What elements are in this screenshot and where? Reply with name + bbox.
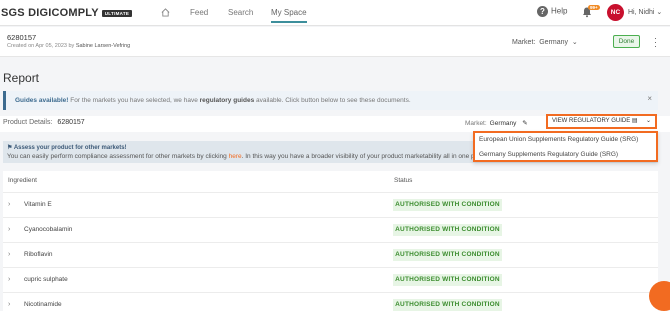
table-row[interactable]: › Vitamin E AUTHORISED WITH CONDITION bbox=[3, 192, 658, 217]
guides-badge: Guides available! bbox=[15, 97, 69, 104]
tier-badge: ULTIMATE bbox=[101, 9, 133, 17]
notification-count-badge: 99+ bbox=[588, 5, 600, 10]
user-menu[interactable]: Hi, Nidhi ⌄ bbox=[628, 8, 662, 16]
guides-message: Guides available! For the markets you ha… bbox=[15, 97, 411, 104]
nav-feed[interactable]: Feed bbox=[190, 8, 208, 17]
guides-text-1: For the markets you have selected, we ha… bbox=[70, 97, 198, 104]
table-row[interactable]: › Cyanocobalamin AUTHORISED WITH CONDITI… bbox=[3, 217, 658, 242]
nav-my-space[interactable]: My Space bbox=[271, 8, 307, 23]
chevron-down-icon: ⌄ bbox=[571, 39, 578, 46]
market-selector[interactable]: Market: Germany ⌄ bbox=[512, 38, 578, 46]
status-badge: AUTHORISED WITH CONDITION bbox=[393, 249, 502, 261]
assess-here-link[interactable]: here bbox=[229, 153, 242, 160]
guides-text-2: available. Click button below to see the… bbox=[256, 97, 411, 104]
nav-search[interactable]: Search bbox=[228, 8, 253, 17]
done-button[interactable]: Done bbox=[613, 35, 640, 48]
more-options-icon[interactable]: · · · bbox=[654, 34, 657, 51]
report-title: Report bbox=[3, 71, 40, 85]
flag-icon: ⚑ bbox=[7, 145, 13, 151]
chevron-right-icon[interactable]: › bbox=[8, 301, 10, 308]
details-market: Market: Germany ✎ bbox=[465, 119, 528, 127]
ingredients-table: Ingredient Status › Vitamin E AUTHORISED… bbox=[3, 171, 658, 311]
status-badge: AUTHORISED WITH CONDITION bbox=[393, 274, 502, 286]
document-icon: ▤ bbox=[631, 118, 638, 124]
chevron-down-icon: ⌄ bbox=[645, 118, 651, 124]
close-icon[interactable]: × bbox=[647, 94, 652, 103]
edit-icon[interactable]: ✎ bbox=[522, 120, 527, 127]
assess-title-text: Assess your product for other markets! bbox=[13, 145, 127, 151]
view-guide-label: VIEW REGULATORY GUIDE bbox=[552, 118, 631, 124]
guide-option-eu[interactable]: European Union Supplements Regulatory Gu… bbox=[479, 136, 638, 143]
guides-text-strong: regulatory guides bbox=[199, 97, 255, 104]
brand-name: SGS DIGICOMPLY bbox=[1, 7, 99, 19]
status-badge: AUTHORISED WITH CONDITION bbox=[393, 224, 502, 236]
guides-banner: Guides available! For the markets you ha… bbox=[3, 91, 658, 110]
market-label: Market: bbox=[512, 39, 536, 46]
details-market-label: Market: bbox=[465, 120, 487, 127]
chevron-right-icon[interactable]: › bbox=[8, 201, 10, 208]
product-details-id: 6280157 bbox=[57, 119, 85, 126]
ingredient-name: Vitamin E bbox=[24, 201, 52, 208]
market-value: Germany bbox=[539, 39, 569, 46]
product-id: 6280157 bbox=[7, 33, 37, 42]
ingredient-name: Nicotinamide bbox=[24, 301, 62, 308]
avatar[interactable]: NC bbox=[607, 4, 624, 21]
table-row[interactable]: › Riboflavin AUTHORISED WITH CONDITION bbox=[3, 242, 658, 267]
top-navigation: SGS DIGICOMPLY ULTIMATE Feed Search My Sp… bbox=[0, 0, 670, 26]
created-prefix: Created on Apr 05, 2023 by bbox=[7, 43, 75, 49]
help-label: Help bbox=[551, 6, 568, 16]
chevron-right-icon[interactable]: › bbox=[8, 226, 10, 233]
ingredient-name: cupric sulphate bbox=[24, 276, 68, 283]
column-header-ingredient: Ingredient bbox=[8, 177, 37, 184]
chevron-right-icon[interactable]: › bbox=[8, 276, 10, 283]
help-icon: ? bbox=[537, 6, 548, 17]
details-market-value: Germany bbox=[489, 120, 517, 127]
guide-option-germany[interactable]: Germany Supplements Regulatory Guide (SR… bbox=[479, 151, 618, 158]
greeting-label: Hi, Nidhi bbox=[628, 9, 655, 16]
chevron-right-icon[interactable]: › bbox=[8, 251, 10, 258]
product-details: Product Details: 6280157 bbox=[3, 119, 85, 126]
assess-text: You can easily perform compliance assess… bbox=[7, 153, 476, 160]
brand-logo[interactable]: SGS DIGICOMPLY ULTIMATE bbox=[1, 7, 133, 19]
assess-title: ⚑ Assess your product for other markets! bbox=[7, 144, 127, 151]
product-details-label: Product Details: bbox=[3, 119, 53, 126]
table-row[interactable]: › cupric sulphate AUTHORISED WITH CONDIT… bbox=[3, 267, 658, 292]
created-info: Created on Apr 05, 2023 by Sabine Larsen… bbox=[7, 43, 130, 49]
status-badge: AUTHORISED WITH CONDITION bbox=[393, 199, 502, 211]
help-link[interactable]: ? Help bbox=[537, 6, 567, 17]
guide-dropdown-menu: European Union Supplements Regulatory Gu… bbox=[473, 131, 658, 162]
table-row[interactable]: › Nicotinamide AUTHORISED WITH CONDITION bbox=[3, 292, 658, 311]
product-header: 6280157 Created on Apr 05, 2023 by Sabin… bbox=[0, 27, 670, 57]
column-header-status: Status bbox=[394, 177, 413, 184]
view-regulatory-guide-button[interactable]: VIEW REGULATORY GUIDE ▤ ⌄ bbox=[546, 114, 657, 129]
created-by: Sabine Larsen-Vefring bbox=[75, 43, 131, 49]
ingredient-name: Cyanocobalamin bbox=[24, 226, 73, 233]
chevron-down-icon: ⌄ bbox=[656, 9, 663, 16]
home-icon[interactable] bbox=[161, 8, 170, 17]
assess-text-1: You can easily perform compliance assess… bbox=[7, 153, 227, 160]
assess-text-2: . In this way you have a broader visibil… bbox=[241, 153, 477, 160]
status-badge: AUTHORISED WITH CONDITION bbox=[393, 299, 502, 311]
ingredient-name: Riboflavin bbox=[24, 251, 53, 258]
